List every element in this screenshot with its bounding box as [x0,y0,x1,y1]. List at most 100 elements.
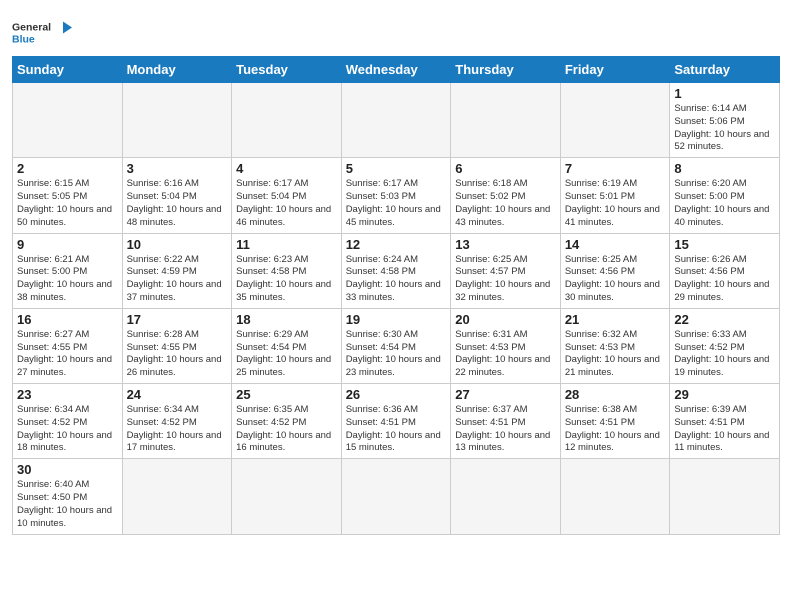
svg-text:Blue: Blue [12,34,35,46]
day-number: 23 [17,387,118,402]
calendar-cell: 6 Sunrise: 6:18 AM Sunset: 5:02 PM Daylig… [451,158,561,233]
day-number: 22 [674,312,775,327]
day-number: 6 [455,161,556,176]
calendar-cell [560,459,670,534]
calendar-cell: 18 Sunrise: 6:29 AM Sunset: 4:54 PM Dayli… [232,308,342,383]
day-header-sunday: Sunday [13,57,123,83]
calendar-cell: 5 Sunrise: 6:17 AM Sunset: 5:03 PM Daylig… [341,158,451,233]
day-info: Sunrise: 6:17 AM Sunset: 5:03 PM Dayligh… [346,178,447,229]
day-header-wednesday: Wednesday [341,57,451,83]
day-number: 7 [565,161,666,176]
day-info: Sunrise: 6:26 AM Sunset: 4:56 PM Dayligh… [674,254,775,305]
day-number: 19 [346,312,447,327]
calendar-cell [341,83,451,158]
calendar-cell: 8 Sunrise: 6:20 AM Sunset: 5:00 PM Daylig… [670,158,780,233]
generalblue-logo-icon: General Blue [12,14,72,50]
day-number: 14 [565,237,666,252]
page: General Blue SundayMondayTuesdayWednesda… [0,0,792,545]
calendar: SundayMondayTuesdayWednesdayThursdayFrid… [12,56,780,535]
day-number: 27 [455,387,556,402]
calendar-week-row: 16 Sunrise: 6:27 AM Sunset: 4:55 PM Dayli… [13,308,780,383]
day-number: 1 [674,86,775,101]
day-info: Sunrise: 6:14 AM Sunset: 5:06 PM Dayligh… [674,103,775,154]
calendar-cell: 21 Sunrise: 6:32 AM Sunset: 4:53 PM Dayli… [560,308,670,383]
calendar-cell: 28 Sunrise: 6:38 AM Sunset: 4:51 PM Dayli… [560,384,670,459]
day-header-monday: Monday [122,57,232,83]
calendar-cell: 9 Sunrise: 6:21 AM Sunset: 5:00 PM Daylig… [13,233,123,308]
day-info: Sunrise: 6:23 AM Sunset: 4:58 PM Dayligh… [236,254,337,305]
calendar-cell: 27 Sunrise: 6:37 AM Sunset: 4:51 PM Dayli… [451,384,561,459]
day-info: Sunrise: 6:24 AM Sunset: 4:58 PM Dayligh… [346,254,447,305]
calendar-cell [122,459,232,534]
calendar-cell: 19 Sunrise: 6:30 AM Sunset: 4:54 PM Dayli… [341,308,451,383]
day-info: Sunrise: 6:36 AM Sunset: 4:51 PM Dayligh… [346,404,447,455]
day-info: Sunrise: 6:32 AM Sunset: 4:53 PM Dayligh… [565,329,666,380]
day-number: 28 [565,387,666,402]
day-info: Sunrise: 6:20 AM Sunset: 5:00 PM Dayligh… [674,178,775,229]
day-info: Sunrise: 6:27 AM Sunset: 4:55 PM Dayligh… [17,329,118,380]
calendar-cell: 15 Sunrise: 6:26 AM Sunset: 4:56 PM Dayli… [670,233,780,308]
day-info: Sunrise: 6:25 AM Sunset: 4:56 PM Dayligh… [565,254,666,305]
day-number: 13 [455,237,556,252]
calendar-cell [341,459,451,534]
day-info: Sunrise: 6:37 AM Sunset: 4:51 PM Dayligh… [455,404,556,455]
calendar-week-row: 23 Sunrise: 6:34 AM Sunset: 4:52 PM Dayli… [13,384,780,459]
calendar-cell: 10Sunrise: 6:22 AM Sunset: 4:59 PM Dayli… [122,233,232,308]
day-info: Sunrise: 6:25 AM Sunset: 4:57 PM Dayligh… [455,254,556,305]
day-number: 8 [674,161,775,176]
day-number: 4 [236,161,337,176]
calendar-week-row: 1 Sunrise: 6:14 AM Sunset: 5:06 PM Daylig… [13,83,780,158]
day-number: 5 [346,161,447,176]
calendar-cell: 1 Sunrise: 6:14 AM Sunset: 5:06 PM Daylig… [670,83,780,158]
day-number: 18 [236,312,337,327]
day-number: 2 [17,161,118,176]
day-number: 24 [127,387,228,402]
day-number: 15 [674,237,775,252]
day-info: Sunrise: 6:34 AM Sunset: 4:52 PM Dayligh… [17,404,118,455]
svg-text:General: General [12,22,51,34]
day-number: 11 [236,237,337,252]
day-number: 30 [17,462,118,477]
day-number: 16 [17,312,118,327]
day-info: Sunrise: 6:40 AM Sunset: 4:50 PM Dayligh… [17,479,118,530]
day-number: 9 [17,237,118,252]
logo: General Blue [12,14,72,50]
calendar-cell [122,83,232,158]
day-info: Sunrise: 6:30 AM Sunset: 4:54 PM Dayligh… [346,329,447,380]
day-info: Sunrise: 6:21 AM Sunset: 5:00 PM Dayligh… [17,254,118,305]
calendar-cell: 7Sunrise: 6:19 AM Sunset: 5:01 PM Daylig… [560,158,670,233]
day-info: Sunrise: 6:33 AM Sunset: 4:52 PM Dayligh… [674,329,775,380]
calendar-cell: 16 Sunrise: 6:27 AM Sunset: 4:55 PM Dayli… [13,308,123,383]
calendar-cell: 14 Sunrise: 6:25 AM Sunset: 4:56 PM Dayli… [560,233,670,308]
calendar-cell: 24Sunrise: 6:34 AM Sunset: 4:52 PM Dayli… [122,384,232,459]
day-info: Sunrise: 6:18 AM Sunset: 5:02 PM Dayligh… [455,178,556,229]
day-info: Sunrise: 6:38 AM Sunset: 4:51 PM Dayligh… [565,404,666,455]
day-number: 10 [127,237,228,252]
calendar-cell: 17 Sunrise: 6:28 AM Sunset: 4:55 PM Dayli… [122,308,232,383]
day-info: Sunrise: 6:39 AM Sunset: 4:51 PM Dayligh… [674,404,775,455]
day-number: 21 [565,312,666,327]
day-info: Sunrise: 6:17 AM Sunset: 5:04 PM Dayligh… [236,178,337,229]
day-number: 12 [346,237,447,252]
day-header-saturday: Saturday [670,57,780,83]
day-info: Sunrise: 6:16 AM Sunset: 5:04 PM Dayligh… [127,178,228,229]
calendar-week-row: 30 Sunrise: 6:40 AM Sunset: 4:50 PM Dayli… [13,459,780,534]
calendar-week-row: 2 Sunrise: 6:15 AM Sunset: 5:05 PM Daylig… [13,158,780,233]
calendar-cell [451,83,561,158]
calendar-cell [232,83,342,158]
calendar-cell: 22 Sunrise: 6:33 AM Sunset: 4:52 PM Dayli… [670,308,780,383]
calendar-cell: 11 Sunrise: 6:23 AM Sunset: 4:58 PM Dayli… [232,233,342,308]
calendar-cell: 2 Sunrise: 6:15 AM Sunset: 5:05 PM Daylig… [13,158,123,233]
day-header-thursday: Thursday [451,57,561,83]
day-info: Sunrise: 6:28 AM Sunset: 4:55 PM Dayligh… [127,329,228,380]
day-info: Sunrise: 6:35 AM Sunset: 4:52 PM Dayligh… [236,404,337,455]
day-number: 17 [127,312,228,327]
header: General Blue [12,10,780,50]
day-header-tuesday: Tuesday [232,57,342,83]
calendar-header-row: SundayMondayTuesdayWednesdayThursdayFrid… [13,57,780,83]
day-info: Sunrise: 6:29 AM Sunset: 4:54 PM Dayligh… [236,329,337,380]
day-info: Sunrise: 6:31 AM Sunset: 4:53 PM Dayligh… [455,329,556,380]
calendar-week-row: 9 Sunrise: 6:21 AM Sunset: 5:00 PM Daylig… [13,233,780,308]
calendar-cell: 13 Sunrise: 6:25 AM Sunset: 4:57 PM Dayli… [451,233,561,308]
day-info: Sunrise: 6:15 AM Sunset: 5:05 PM Dayligh… [17,178,118,229]
